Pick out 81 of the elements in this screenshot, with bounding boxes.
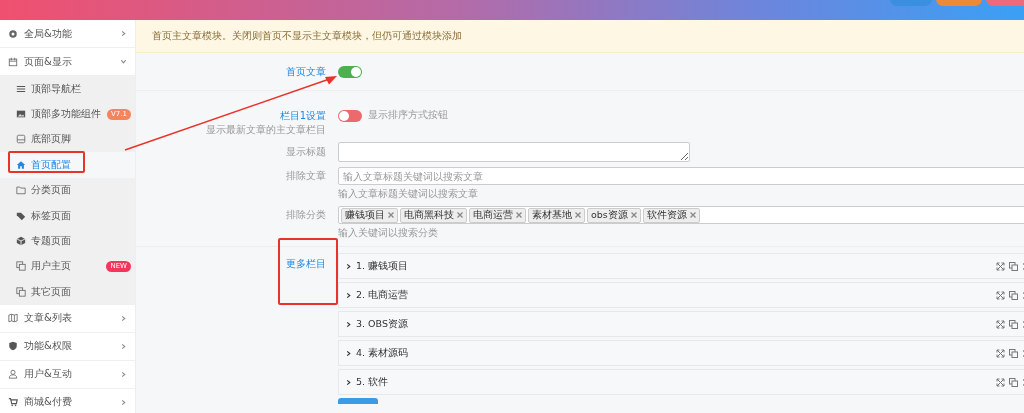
copy-icon[interactable] xyxy=(1009,261,1018,271)
setting-label: 更多栏目 xyxy=(285,257,326,271)
remove-icon[interactable] xyxy=(689,212,696,218)
remove-icon[interactable] xyxy=(575,212,581,218)
accordion-item[interactable]: 5. 软件 xyxy=(338,369,1024,395)
calendar-icon xyxy=(8,56,18,67)
expand-icon[interactable] xyxy=(996,348,1005,358)
accordion-title: 2. 电商运营 xyxy=(356,288,410,302)
category-tag[interactable]: 电商运营 xyxy=(469,207,526,223)
accordion-item[interactable]: 3. OBS资源 xyxy=(338,311,1024,337)
chevron-icon xyxy=(345,378,352,386)
chevron-icon xyxy=(120,398,127,406)
field-hint: 输入文章标题关键词以搜索文章 xyxy=(338,188,479,201)
toggle-switch[interactable] xyxy=(338,65,362,78)
copy-icon[interactable] xyxy=(1009,290,1018,300)
home-icon xyxy=(16,159,26,170)
highlight-frame xyxy=(278,238,338,305)
user-icon xyxy=(8,369,18,379)
accordion-title: 5. 软件 xyxy=(356,375,390,389)
remove-icon[interactable] xyxy=(457,212,463,218)
accordion-item[interactable]: 4. 素材源码 xyxy=(338,340,1024,366)
sidebar-subitem[interactable]: 专题页面 xyxy=(0,228,135,254)
chevron-icon xyxy=(345,320,352,328)
tags-field[interactable]: 赚钱项目 电商黑科技 电商运营 素材基地 obs资源 软件资源 xyxy=(338,206,1024,224)
chevron-icon xyxy=(345,349,352,357)
category-tag[interactable]: obs资源 xyxy=(587,207,641,223)
setting-description: 显示最新文章的主文章栏目 xyxy=(206,124,326,137)
copy-icon[interactable] xyxy=(1009,348,1018,358)
setting-label: 首页文章 xyxy=(285,64,326,79)
footer-icon xyxy=(16,134,26,145)
setting-label: 栏目1设置 xyxy=(279,109,326,123)
expand-icon[interactable] xyxy=(996,261,1005,271)
tag-icon xyxy=(16,210,26,221)
pages-icon xyxy=(16,286,26,297)
field-label: 排除分类 xyxy=(285,208,326,222)
pages-icon xyxy=(16,261,26,272)
notice-text: 首页主文章模块。关闭则首页不显示主文章模块，但仍可通过模块添加 xyxy=(136,20,1024,53)
remove-icon[interactable] xyxy=(388,212,394,218)
chevron-icon xyxy=(120,314,127,322)
search-field[interactable]: 输入文章标题关键词以搜索文章 xyxy=(338,167,1024,185)
menu-icon xyxy=(16,83,26,94)
toggle-label: 显示排序方式按钮 xyxy=(368,109,448,122)
category-tag[interactable]: 素材基地 xyxy=(528,207,585,223)
sidebar-subitem[interactable]: 底部页脚 xyxy=(0,126,135,153)
accordion-title: 3. OBS资源 xyxy=(356,317,409,331)
chevron-icon xyxy=(120,370,127,378)
accordion-item[interactable]: 1. 赚钱项目 xyxy=(338,253,1024,279)
image-icon xyxy=(16,109,26,120)
map-icon xyxy=(8,313,18,323)
field-label: 排除文章 xyxy=(285,169,326,183)
field-hint: 输入关键词以搜索分类 xyxy=(338,227,439,240)
category-tag[interactable]: 赚钱项目 xyxy=(341,207,398,223)
sidebar-subitem[interactable]: 分类页面 xyxy=(0,177,135,203)
chevron-icon xyxy=(120,342,127,350)
chevron-icon xyxy=(120,58,127,65)
sidebar-subitem[interactable]: 顶部导航栏 xyxy=(0,76,135,102)
sidebar-subitem[interactable]: 标签页面 xyxy=(0,202,135,229)
chevron-icon xyxy=(345,262,352,270)
remove-icon[interactable] xyxy=(630,212,637,218)
cart-icon xyxy=(8,397,18,407)
accordion-title: 1. 赚钱项目 xyxy=(356,259,410,273)
expand-icon[interactable] xyxy=(996,377,1005,387)
expand-icon[interactable] xyxy=(996,319,1005,329)
sidebar-subitem[interactable]: 其它页面 xyxy=(0,279,135,305)
chevron-icon xyxy=(345,291,352,299)
title-textarea[interactable] xyxy=(338,142,690,162)
copy-icon[interactable] xyxy=(1009,377,1018,387)
toggle-switch[interactable] xyxy=(338,109,362,122)
category-tag[interactable]: 电商黑科技 xyxy=(400,207,467,223)
expand-icon[interactable] xyxy=(996,290,1005,300)
accordion-item[interactable]: 2. 电商运营 xyxy=(338,282,1024,308)
accordion-title: 4. 素材源码 xyxy=(356,346,410,360)
gear-icon xyxy=(8,28,18,39)
category-tag[interactable]: 软件资源 xyxy=(642,207,700,223)
field-label: 显示标题 xyxy=(285,145,326,159)
copy-icon[interactable] xyxy=(1009,319,1018,329)
remove-icon[interactable] xyxy=(516,212,522,218)
cube-icon xyxy=(16,236,26,247)
shield-icon xyxy=(8,341,18,351)
chevron-icon xyxy=(120,30,127,37)
folder-icon xyxy=(16,185,26,196)
